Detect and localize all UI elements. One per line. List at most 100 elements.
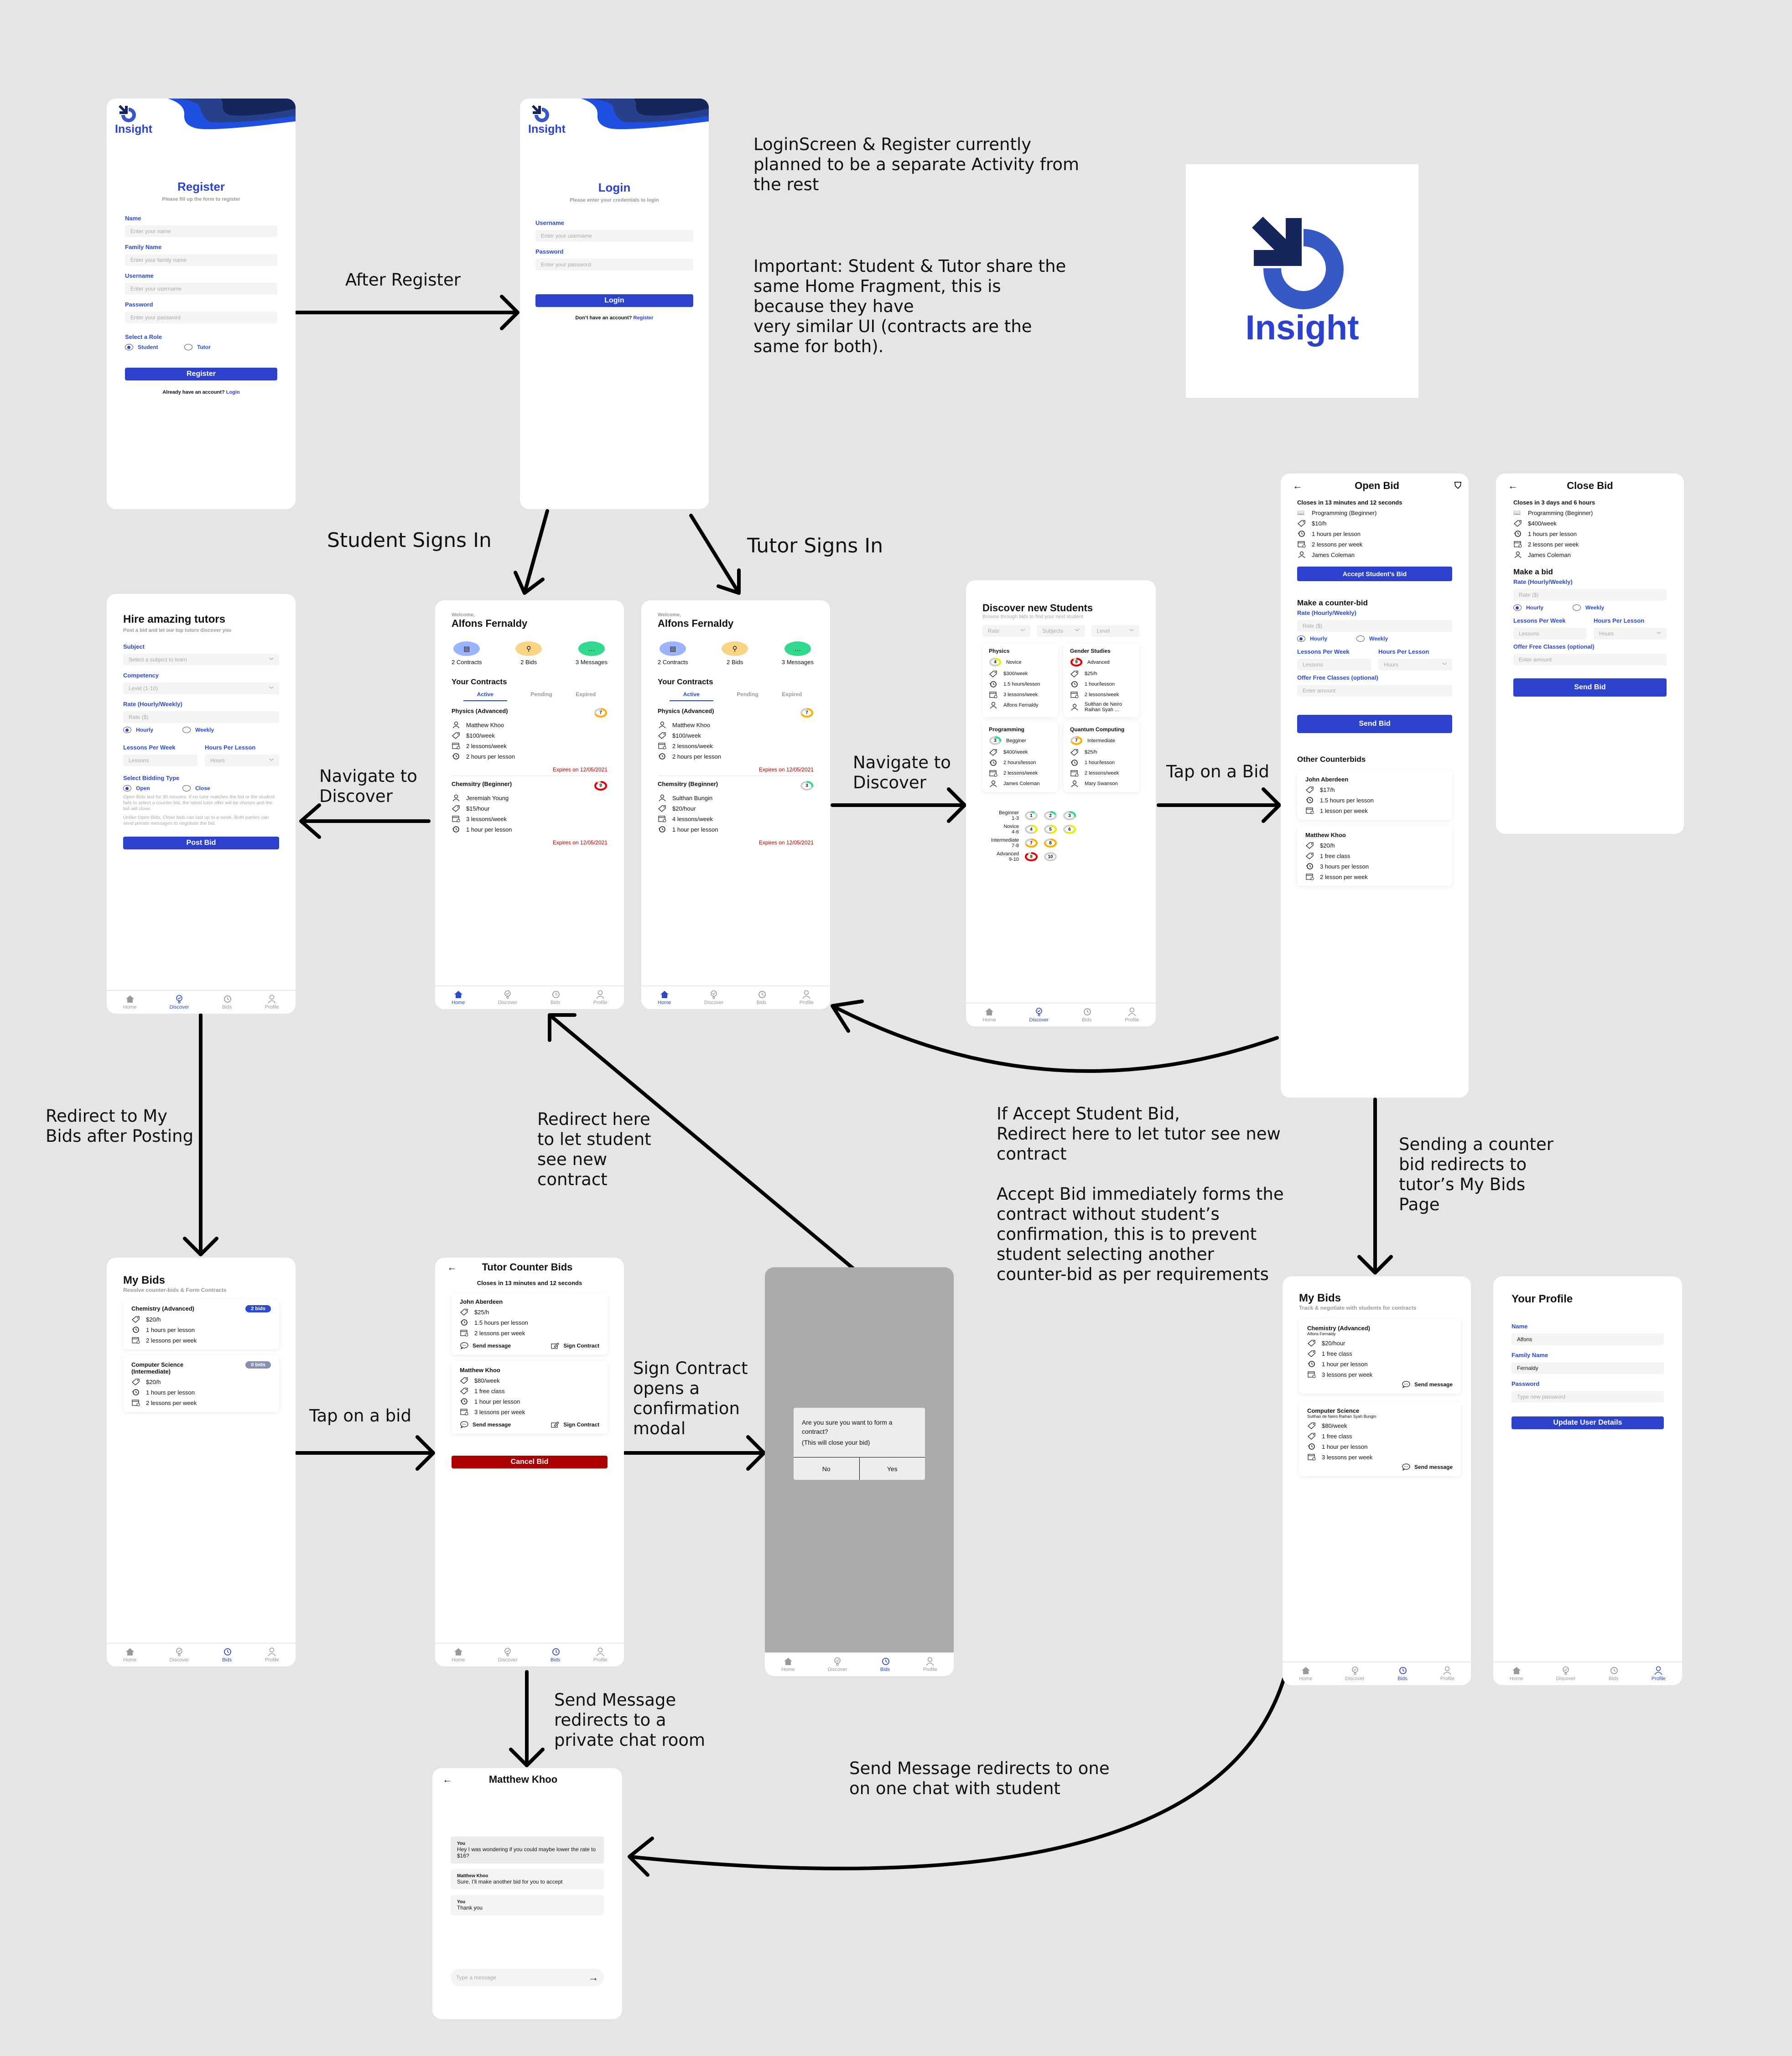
nav-home[interactable]: Home bbox=[123, 994, 136, 1010]
nav-home[interactable]: Home bbox=[452, 990, 465, 1005]
stat-1[interactable]: ⚲ 2 Bids bbox=[722, 641, 748, 666]
stat-2[interactable]: … 3 Messages bbox=[576, 641, 608, 666]
lessons-input[interactable]: Lessons bbox=[1513, 628, 1586, 640]
nav-home[interactable]: Home bbox=[1299, 1666, 1312, 1681]
password-input[interactable]: Enter your password bbox=[125, 312, 277, 323]
send-arrow-icon[interactable]: → bbox=[588, 1972, 598, 1983]
back-arrow-icon[interactable]: ← bbox=[447, 1261, 457, 1273]
nav-home[interactable]: Home bbox=[452, 1647, 465, 1663]
role-student-radio[interactable]: Student bbox=[125, 344, 180, 350]
bookmark-icon[interactable]: ⛉ bbox=[1454, 481, 1461, 491]
contract-item[interactable]: Physics (Advanced) 7 Matthew Khoo $100/w… bbox=[452, 708, 608, 773]
update-user-details-button[interactable]: Update User Details bbox=[1512, 1416, 1664, 1429]
rate-input[interactable]: Rate ($) bbox=[123, 711, 279, 723]
close-bid-radio[interactable]: Close bbox=[182, 785, 237, 791]
back-arrow-icon[interactable]: ← bbox=[442, 1774, 452, 1785]
student-bid-card[interactable]: Programming 3 Begginer $400/week 2 hours/… bbox=[982, 722, 1058, 792]
name-input[interactable]: Alfons bbox=[1512, 1333, 1664, 1345]
subject-select[interactable]: Select a subject to learn ﹀ bbox=[123, 654, 279, 666]
free-classes-input[interactable]: Enter amount bbox=[1513, 654, 1667, 666]
open-bid-radio[interactable]: Open bbox=[123, 785, 178, 791]
nav-discover[interactable]: Discover bbox=[828, 1657, 847, 1672]
lessons-input[interactable]: Lessons bbox=[1297, 659, 1371, 671]
nav-discover[interactable]: Discover bbox=[1029, 1007, 1049, 1023]
post-bid-button[interactable]: Post Bid bbox=[123, 837, 279, 849]
nav-home[interactable]: Home bbox=[982, 1007, 996, 1023]
nav-discover[interactable]: Discover bbox=[1556, 1666, 1575, 1681]
message-input[interactable]: Type a message → bbox=[451, 1969, 604, 1986]
nav-bids[interactable]: Bids bbox=[1397, 1666, 1408, 1681]
nav-profile[interactable]: Profile bbox=[1652, 1666, 1666, 1681]
counterbid-card[interactable]: John Aberdeen $17/h 1.5 hours per lesson 1… bbox=[1297, 770, 1452, 820]
contract-item[interactable]: Chemsitry (Beginner) 3 Sulthan Bungin $2… bbox=[658, 776, 814, 846]
hourly-radio[interactable]: Hourly bbox=[1513, 604, 1568, 611]
role-tutor-radio[interactable]: Tutor bbox=[184, 344, 239, 350]
family-name-input[interactable]: Fernaldy bbox=[1512, 1362, 1664, 1374]
name-input[interactable]: Enter your name bbox=[125, 225, 277, 237]
nav-profile[interactable]: Profile bbox=[593, 1647, 608, 1663]
nav-bids[interactable]: Bids bbox=[1609, 1666, 1619, 1681]
password-input[interactable]: Type new password bbox=[1512, 1391, 1664, 1403]
student-bid-card[interactable]: Physics 4 Novice $300/week 1.5 hours/less… bbox=[982, 643, 1058, 717]
nav-profile[interactable]: Profile bbox=[1440, 1666, 1454, 1681]
register-link[interactable]: Register bbox=[634, 315, 654, 321]
nav-profile[interactable]: Profile bbox=[923, 1657, 937, 1672]
accept-student-bid-button[interactable]: Accept Student’s Bid bbox=[1297, 567, 1452, 581]
nav-home[interactable]: Home bbox=[1510, 1666, 1523, 1681]
hours-select[interactable]: Hours ﹀ bbox=[1594, 628, 1667, 640]
modal-no-button[interactable]: No bbox=[794, 1457, 860, 1480]
nav-bids[interactable]: Bids bbox=[551, 990, 561, 1005]
nav-profile[interactable]: Profile bbox=[265, 994, 279, 1010]
weekly-radio[interactable]: Weekly bbox=[182, 727, 237, 733]
nav-discover[interactable]: Discover bbox=[704, 990, 723, 1005]
filter-0[interactable]: Rate ﹀ bbox=[982, 625, 1031, 637]
nav-profile[interactable]: Profile bbox=[593, 990, 608, 1005]
tutor-bid-card[interactable]: Chemistry (Advanced) Alfons Fernaldy $20… bbox=[1299, 1319, 1461, 1394]
send-bid-button[interactable]: Send Bid bbox=[1513, 678, 1667, 697]
weekly-radio[interactable]: Weekly bbox=[1356, 635, 1411, 642]
student-bid-card[interactable]: Gender Studies 9 Advanced $25/h 1 hour/le… bbox=[1064, 643, 1139, 717]
login-button[interactable]: Login bbox=[535, 294, 693, 307]
student-bid-card[interactable]: Quantum Computing 7 Intermediate $25/h 1 … bbox=[1064, 722, 1139, 792]
weekly-radio[interactable]: Weekly bbox=[1573, 604, 1627, 611]
counterbid-card[interactable]: Matthew Khoo $20/h 1 free class 3 hours pe… bbox=[1297, 826, 1452, 886]
username-input[interactable]: Enter your username bbox=[535, 230, 693, 242]
tab-pending[interactable]: Pending bbox=[737, 691, 758, 701]
contract-item[interactable]: Physics (Advanced) 7 Matthew Khoo $100/w… bbox=[658, 708, 814, 773]
tab-expired[interactable]: Expired bbox=[782, 691, 802, 701]
lessons-input[interactable]: Lessons bbox=[123, 755, 197, 766]
send-message-button[interactable]: Send message bbox=[460, 1342, 511, 1350]
nav-discover[interactable]: Discover bbox=[498, 990, 517, 1005]
rate-input[interactable]: Rate ($) bbox=[1297, 620, 1452, 632]
sign-contract-button[interactable]: Sign Contract bbox=[551, 1342, 599, 1349]
nav-bids[interactable]: Bids bbox=[757, 990, 767, 1005]
stat-0[interactable]: ▤ 2 Contracts bbox=[658, 641, 688, 666]
send-message-button[interactable]: Send message bbox=[1307, 1381, 1453, 1389]
stat-1[interactable]: ⚲ 2 Bids bbox=[515, 641, 542, 666]
filter-1[interactable]: Subjects ﹀ bbox=[1037, 625, 1085, 637]
nav-discover[interactable]: Discover bbox=[498, 1647, 517, 1663]
cancel-bid-button[interactable]: Cancel Bid bbox=[452, 1456, 608, 1468]
nav-home[interactable]: Home bbox=[123, 1647, 136, 1663]
nav-home[interactable]: Home bbox=[658, 990, 671, 1005]
nav-discover[interactable]: Discover bbox=[1345, 1666, 1365, 1681]
nav-bids[interactable]: Bids bbox=[222, 994, 232, 1010]
nav-bids[interactable]: Bids bbox=[551, 1647, 561, 1663]
bid-card[interactable]: Computer Science (Intermediate) 0 bids $… bbox=[123, 1356, 279, 1412]
nav-discover[interactable]: Discover bbox=[170, 994, 189, 1010]
tab-expired[interactable]: Expired bbox=[576, 691, 596, 701]
nav-bids[interactable]: Bids bbox=[1082, 1007, 1092, 1023]
competency-select[interactable]: Level (1-10) ﹀ bbox=[123, 682, 279, 694]
nav-home[interactable]: Home bbox=[781, 1657, 795, 1672]
bid-card[interactable]: Chemistry (Advanced) 2 bids $20/h 1 hour… bbox=[123, 1300, 279, 1349]
nav-profile[interactable]: Profile bbox=[1125, 1007, 1139, 1023]
rate-input[interactable]: Rate ($) bbox=[1513, 589, 1667, 601]
nav-profile[interactable]: Profile bbox=[265, 1647, 279, 1663]
tab-active[interactable]: Active bbox=[669, 691, 713, 701]
tab-pending[interactable]: Pending bbox=[530, 691, 552, 701]
login-link[interactable]: Login bbox=[226, 390, 240, 395]
password-input[interactable]: Enter your password bbox=[535, 259, 693, 271]
send-bid-button[interactable]: Send Bid bbox=[1297, 715, 1452, 733]
back-arrow-icon[interactable]: ← bbox=[1293, 480, 1303, 492]
username-input[interactable]: Enter your username bbox=[125, 283, 277, 295]
